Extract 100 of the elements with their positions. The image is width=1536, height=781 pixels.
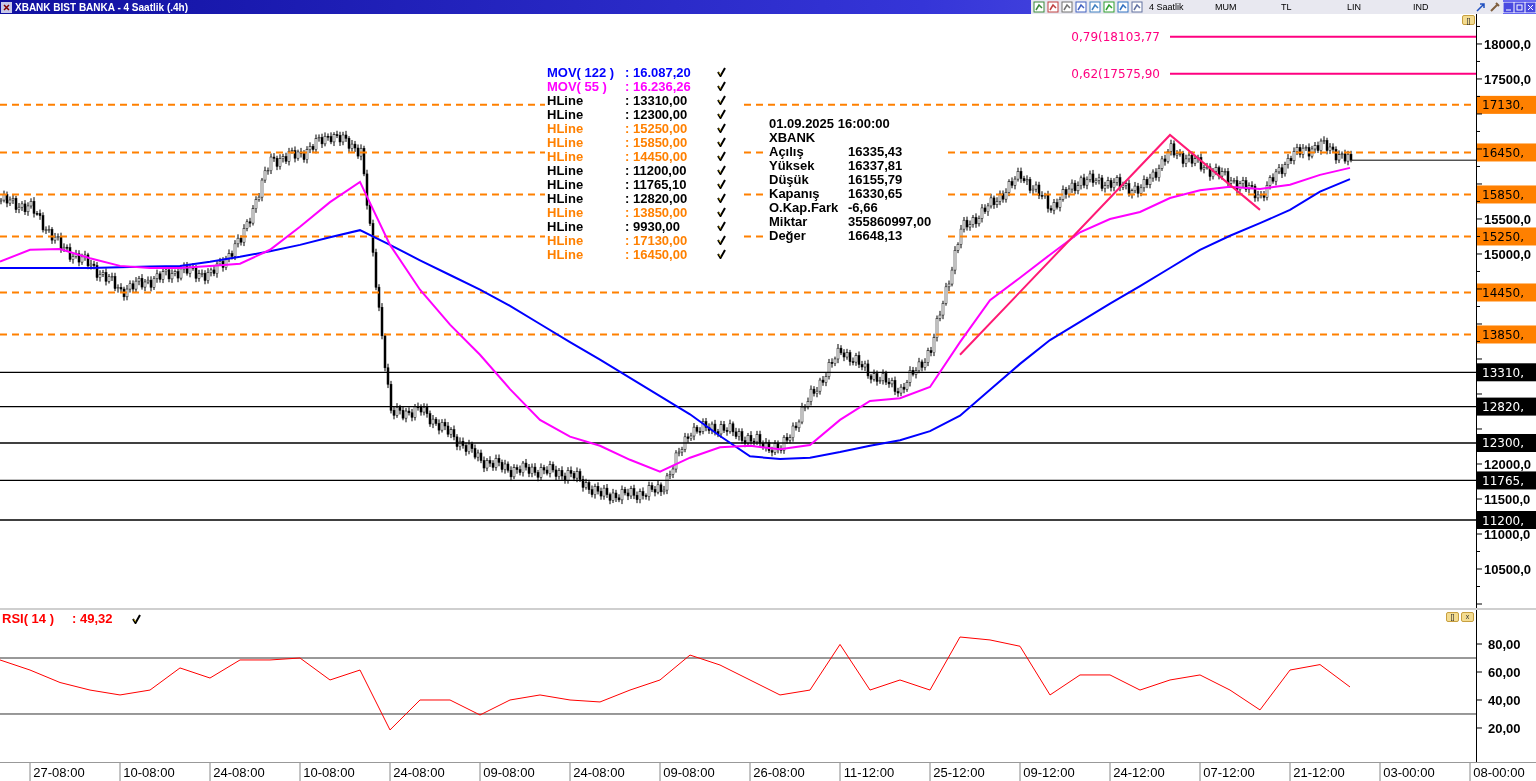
axis-label: 15000,0 bbox=[1484, 247, 1531, 262]
check-icon[interactable] bbox=[717, 249, 726, 259]
axis-label: 17500,0 bbox=[1484, 71, 1531, 87]
price-level-badge: 12820, bbox=[1477, 397, 1536, 416]
check-icon[interactable] bbox=[717, 151, 726, 161]
legend-name: HLine bbox=[547, 164, 585, 178]
ref-line-label: 16450, bbox=[1482, 145, 1524, 160]
toolbar-item[interactable]: 4 Saatlik bbox=[1145, 2, 1209, 12]
time-label: 25-12:00 bbox=[933, 765, 985, 780]
info-label: Yüksek bbox=[769, 159, 816, 173]
legend-name: HLine bbox=[547, 122, 585, 136]
check-icon[interactable] bbox=[132, 613, 141, 624]
info-label: Açılış bbox=[769, 145, 805, 159]
chart-icon[interactable] bbox=[1089, 1, 1101, 13]
price-level-badge: 13850, bbox=[1477, 325, 1536, 344]
legend-value: : 15850,00 bbox=[625, 136, 689, 150]
time-label: 24-08:00 bbox=[213, 765, 265, 780]
legend-value: : 49,32 bbox=[72, 611, 114, 626]
fibonacci-label: 0,79(18103,77 bbox=[1071, 29, 1160, 44]
arrow-icon[interactable] bbox=[1475, 1, 1487, 13]
legend-value: : 17130,00 bbox=[625, 234, 689, 248]
info-value: 16155,79 bbox=[848, 173, 904, 187]
ref-line-label: 12820, bbox=[1482, 400, 1524, 415]
axis-label: 80,00 bbox=[1488, 637, 1521, 652]
legend-name: MOV( 55 ) bbox=[547, 80, 608, 94]
close-icon[interactable] bbox=[1, 1, 12, 13]
toolbar-item[interactable]: LIN bbox=[1343, 2, 1407, 12]
axis-label: 12000,0 bbox=[1484, 457, 1531, 472]
check-icon[interactable] bbox=[717, 221, 726, 231]
check-icon[interactable] bbox=[717, 137, 726, 147]
minimize-icon[interactable] bbox=[1503, 1, 1514, 13]
check-icon[interactable] bbox=[717, 235, 726, 245]
legend-name: RSI( 14 ) bbox=[2, 611, 55, 626]
restore-icon[interactable] bbox=[1514, 1, 1525, 13]
toolbar-item[interactable]: MUM bbox=[1211, 2, 1275, 12]
time-label: 26-08:00 bbox=[753, 765, 805, 780]
wrench-icon[interactable] bbox=[1489, 1, 1501, 13]
check-icon[interactable] bbox=[717, 67, 726, 77]
ref-line-label: 11765, bbox=[1482, 473, 1524, 488]
check-icon[interactable] bbox=[717, 165, 726, 175]
time-label: 03-00:00 bbox=[1383, 765, 1435, 780]
window-title: XBANK BIST BANKA - 4 Saatlik (.4h) bbox=[15, 1, 188, 13]
info-label: Kapanış bbox=[769, 187, 821, 201]
time-label: 24-12:00 bbox=[1113, 765, 1165, 780]
legend-value: : 16450,00 bbox=[625, 248, 689, 262]
price-level-line[interactable] bbox=[0, 371, 1477, 373]
price-level-badge: 14450, bbox=[1477, 283, 1536, 302]
axis-label: 40,00 bbox=[1488, 693, 1521, 708]
toolbar-item[interactable]: TL bbox=[1277, 2, 1341, 12]
legend-name: HLine bbox=[547, 150, 585, 164]
time-label: 27-08:00 bbox=[33, 765, 85, 780]
check-icon[interactable] bbox=[717, 109, 726, 119]
price-level-badge: 15850, bbox=[1477, 185, 1536, 204]
axis-label: 15500,0 bbox=[1484, 212, 1531, 227]
info-value: 16330,65 bbox=[848, 187, 904, 201]
close-icon[interactable] bbox=[1525, 1, 1536, 13]
price-level-badge: 15250, bbox=[1477, 227, 1536, 246]
legend-name: MOV( 122 ) bbox=[547, 66, 616, 80]
check-icon[interactable] bbox=[717, 123, 726, 133]
legend-name: HLine bbox=[547, 192, 585, 206]
check-icon[interactable] bbox=[717, 207, 726, 217]
time-label: 09-08:00 bbox=[483, 765, 535, 780]
info-value: -6,66 bbox=[848, 201, 879, 215]
time-label: 21-12:00 bbox=[1293, 765, 1345, 780]
legend-name: HLine bbox=[547, 206, 585, 220]
price-level-badge: 13310, bbox=[1477, 363, 1536, 382]
price-level-line[interactable] bbox=[0, 405, 1477, 408]
check-icon[interactable] bbox=[717, 193, 726, 203]
check-icon[interactable] bbox=[717, 81, 726, 91]
info-value: 16648,13 bbox=[848, 229, 904, 243]
legend-value: : 13310,00 bbox=[625, 94, 689, 108]
legend-value: : 14450,00 bbox=[625, 150, 689, 164]
legend-value: : 16.087,20 bbox=[625, 66, 692, 80]
legend-value: : 12820,00 bbox=[625, 192, 689, 206]
axis-label: 11500,0 bbox=[1484, 492, 1531, 507]
price-level-badge: 11765, bbox=[1477, 471, 1536, 490]
axis-label: 18000,0 bbox=[1484, 36, 1531, 52]
ref-line-label: 15250, bbox=[1482, 229, 1524, 244]
ref-line-label: 14450, bbox=[1482, 285, 1524, 300]
check-icon[interactable] bbox=[717, 179, 726, 189]
time-label: 09-12:00 bbox=[1023, 765, 1075, 780]
legend-value: : 9930,00 bbox=[625, 220, 681, 234]
legend-name: HLine bbox=[547, 248, 585, 262]
info-label: Düşük bbox=[769, 173, 810, 187]
legend-name: HLine bbox=[547, 220, 585, 234]
symbol-label: XBANK bbox=[769, 131, 817, 145]
legend-name: HLine bbox=[547, 178, 585, 192]
legend-value: : 15250,00 bbox=[625, 122, 689, 136]
toolbar-item[interactable]: IND bbox=[1409, 2, 1473, 12]
price-level-line[interactable] bbox=[0, 479, 1477, 482]
price-level-badge: 12300, bbox=[1477, 434, 1536, 452]
time-label: 24-08:00 bbox=[393, 765, 445, 780]
legend-value: : 13850,00 bbox=[625, 206, 689, 220]
ref-line-label: 15850, bbox=[1482, 187, 1524, 202]
time-label: 10-08:00 bbox=[123, 765, 175, 780]
time-label: 11-12:00 bbox=[843, 765, 895, 780]
check-icon[interactable] bbox=[717, 95, 726, 105]
time-label: 10-08:00 bbox=[303, 765, 355, 780]
price-level-badge: 17130, bbox=[1477, 95, 1536, 114]
info-value: 16337,81 bbox=[848, 159, 904, 173]
